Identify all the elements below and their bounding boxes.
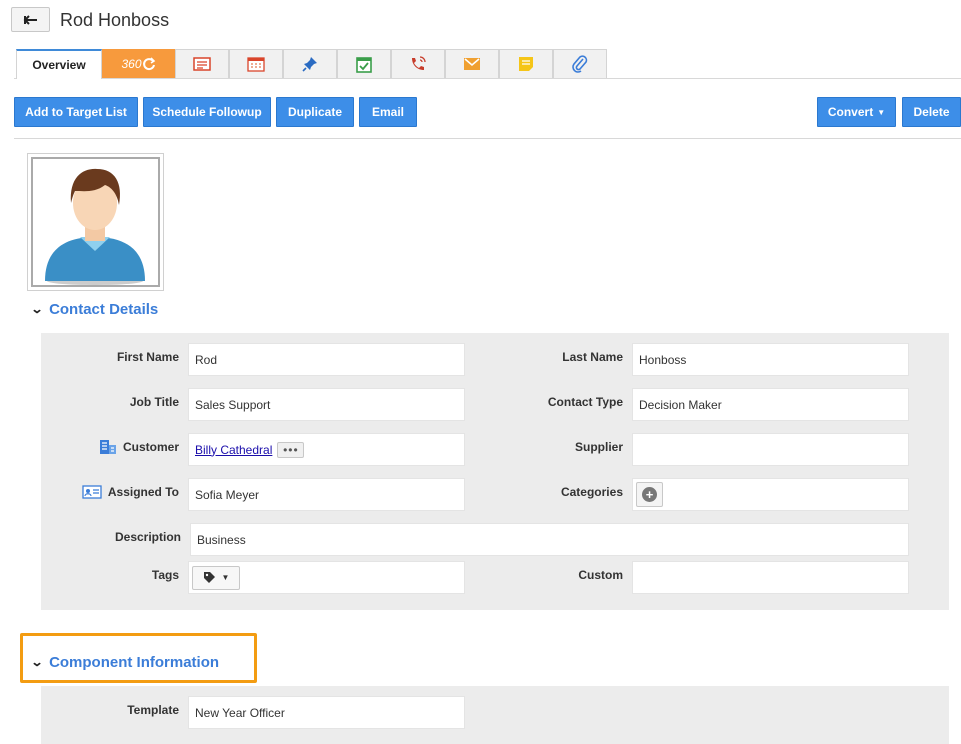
person-avatar-icon <box>45 168 145 285</box>
tab-pin[interactable] <box>283 49 337 78</box>
contact-type-label: Contact Type <box>547 395 623 409</box>
last-name-field[interactable]: Honboss <box>632 343 909 376</box>
page-title: Rod Honboss <box>60 10 170 30</box>
convert-label: Convert <box>827 105 874 119</box>
customer-label: Customer <box>122 440 179 454</box>
assigned-to-label-group: Assigned To <box>60 478 179 506</box>
last-name-label: Last Name <box>562 350 623 364</box>
tab-360[interactable]: 360 <box>102 49 175 78</box>
convert-button[interactable]: Convert ▼ <box>817 97 896 127</box>
tab-calendar[interactable] <box>229 49 283 78</box>
caret-down-icon: ▼ <box>221 573 230 582</box>
tab-360-label: 360 <box>121 57 142 71</box>
description-label: Description <box>114 530 181 544</box>
customer-field: Billy Cathedral ••• <box>188 433 465 466</box>
tab-divider <box>14 78 961 79</box>
categories-label: Categories <box>560 485 623 499</box>
schedule-followup-button[interactable]: Schedule Followup <box>143 97 271 127</box>
email-button[interactable]: Email <box>359 97 417 127</box>
report-icon <box>193 57 211 71</box>
supplier-field[interactable] <box>632 433 909 466</box>
assigned-to-field[interactable]: Sofia Meyer <box>188 478 465 511</box>
add-category-button[interactable]: + <box>636 482 663 507</box>
chevron-down-icon: ⌄ <box>30 655 44 669</box>
contact-details-header[interactable]: ⌄ Contact Details <box>30 299 159 319</box>
caret-down-icon: ▼ <box>877 107 886 117</box>
customer-link[interactable]: Billy Cathedral <box>195 443 272 457</box>
building-icon <box>99 440 116 454</box>
custom-field[interactable] <box>632 561 909 594</box>
tab-overview[interactable]: Overview <box>16 49 102 79</box>
note-icon <box>519 57 533 71</box>
description-field[interactable]: Business <box>190 523 909 556</box>
back-button[interactable] <box>11 7 50 32</box>
supplier-label: Supplier <box>574 440 623 454</box>
tab-bar: Overview 360 <box>16 49 607 79</box>
plus-icon: + <box>642 487 657 502</box>
attachment-icon <box>572 55 588 73</box>
tags-label: Tags <box>151 568 179 582</box>
tab-mail[interactable] <box>445 49 499 78</box>
tab-attachments[interactable] <box>553 49 607 78</box>
chevron-down-icon: ⌄ <box>30 302 44 316</box>
contact-details-title: Contact Details <box>49 300 159 318</box>
avatar-frame <box>31 157 160 287</box>
add-to-target-list-button[interactable]: Add to Target List <box>14 97 138 127</box>
refresh-icon <box>142 57 155 71</box>
template-label: Template <box>127 703 179 717</box>
calendar-icon <box>247 57 265 72</box>
call-icon <box>412 56 426 70</box>
categories-field: + <box>632 478 909 511</box>
custom-label: Custom <box>578 568 623 582</box>
tab-calls[interactable] <box>391 49 445 78</box>
delete-button[interactable]: Delete <box>902 97 961 127</box>
avatar[interactable] <box>27 153 164 291</box>
tags-dropdown-button[interactable]: ▼ <box>192 565 240 590</box>
back-arrow-icon <box>23 14 37 25</box>
contact-type-field[interactable]: Decision Maker <box>632 388 909 421</box>
mail-icon <box>464 58 480 70</box>
job-title-field[interactable]: Sales Support <box>188 388 465 421</box>
assigned-to-label: Assigned To <box>107 485 179 499</box>
first-name-label: First Name <box>116 350 179 364</box>
id-card-icon <box>82 485 102 499</box>
pin-icon <box>302 57 317 72</box>
more-options-button[interactable]: ••• <box>277 441 305 458</box>
tab-notes[interactable] <box>499 49 553 78</box>
job-title-label: Job Title <box>129 395 179 409</box>
tag-icon <box>203 572 215 583</box>
component-information-header[interactable]: ⌄ Component Information <box>30 652 220 672</box>
duplicate-button[interactable]: Duplicate <box>276 97 354 127</box>
tags-field: ▼ <box>188 561 465 594</box>
first-name-field[interactable]: Rod <box>188 343 465 376</box>
component-information-title: Component Information <box>49 653 220 671</box>
customer-label-group: Customer <box>60 433 179 461</box>
toolbar-divider <box>14 138 961 139</box>
task-icon <box>356 56 372 73</box>
tab-tasks[interactable] <box>337 49 391 78</box>
tab-reports[interactable] <box>175 49 229 78</box>
template-field[interactable]: New Year Officer <box>188 696 465 729</box>
